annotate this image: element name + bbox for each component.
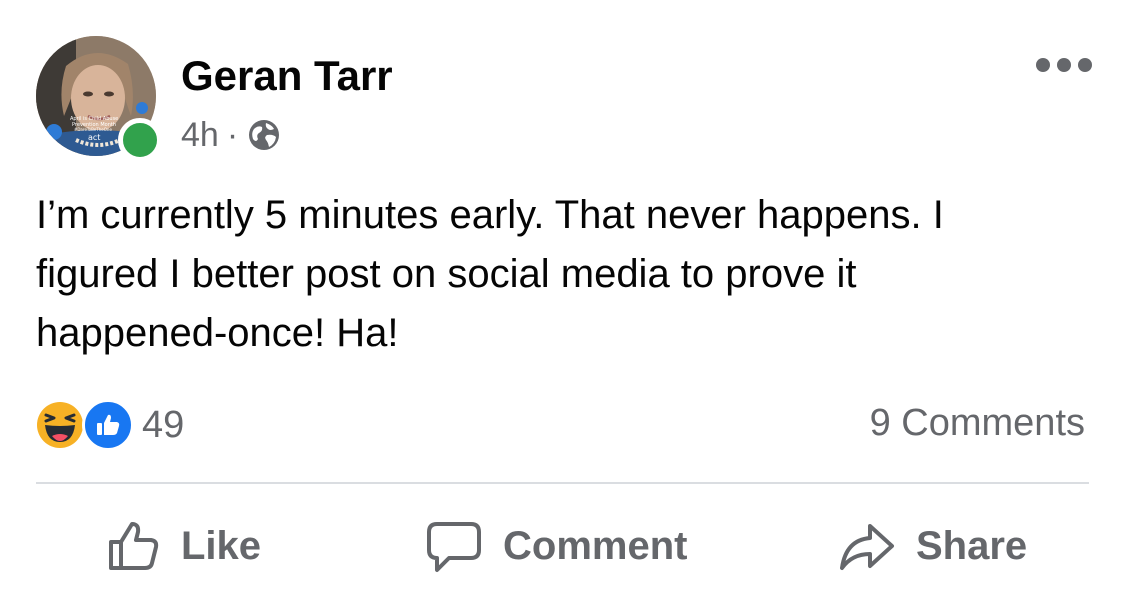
online-status-indicator xyxy=(118,118,162,162)
post-text-line: figured I better post on social media to… xyxy=(36,252,857,296)
post-text-line: I’m currently 5 minutes early. That neve… xyxy=(36,193,944,237)
post-card: April is Child Abuse Prevention Month #D… xyxy=(0,0,1125,602)
thumbs-up-icon xyxy=(105,518,161,574)
more-options-icon[interactable] xyxy=(1036,54,1092,76)
author-name[interactable]: Geran Tarr xyxy=(181,52,393,100)
post-timestamp[interactable]: 4h xyxy=(181,116,219,155)
post-text-line: happened-once! Ha! xyxy=(36,311,399,355)
like-label: Like xyxy=(181,523,262,568)
share-label: Share xyxy=(916,523,1028,568)
comments-count-link[interactable]: 9 Comments xyxy=(870,402,1085,445)
divider xyxy=(36,482,1089,484)
reactions-summary[interactable]: 49 xyxy=(34,398,184,452)
reaction-count: 49 xyxy=(142,403,185,446)
like-reaction-icon xyxy=(82,399,134,451)
action-bar: Like Comment Share xyxy=(0,506,1125,586)
more-dot xyxy=(1078,58,1092,72)
author-avatar[interactable]: April is Child Abuse Prevention Month #D… xyxy=(36,36,162,162)
comment-bubble-icon xyxy=(425,518,483,574)
post-meta: 4h · xyxy=(181,113,282,157)
comment-label: Comment xyxy=(503,523,688,568)
share-arrow-icon xyxy=(838,518,896,574)
meta-separator: · xyxy=(226,115,239,154)
globe-icon[interactable] xyxy=(246,117,282,153)
post-text: I’m currently 5 minutes early. That neve… xyxy=(36,186,1096,363)
svg-text:#DareToBeTheOne: #DareToBeTheOne xyxy=(74,127,112,132)
more-dot xyxy=(1057,58,1071,72)
more-dot xyxy=(1036,58,1050,72)
like-button[interactable]: Like xyxy=(105,506,261,586)
comment-button[interactable]: Comment xyxy=(425,506,687,586)
share-button[interactable]: Share xyxy=(838,506,1027,586)
haha-reaction-icon xyxy=(34,399,86,451)
svg-text:act: act xyxy=(88,133,100,142)
